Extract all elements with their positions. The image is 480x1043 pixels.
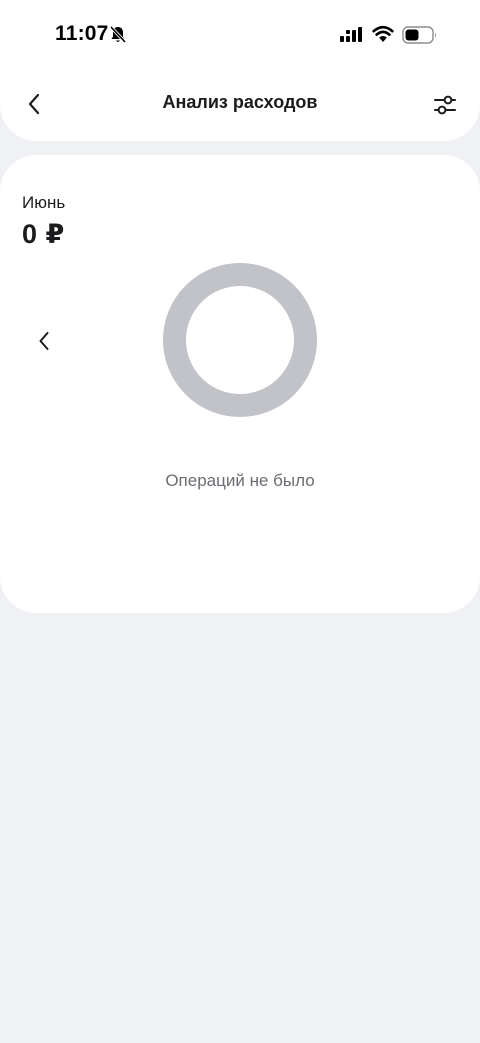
donut-empty-ring [163,263,317,417]
bell-slash-icon [109,25,127,44]
chevron-left-icon [39,332,49,350]
status-bar: 11:07 [0,0,480,70]
total-amount: 0 ₽ [22,219,65,249]
sliders-icon [434,95,456,115]
month-label: Июнь [22,193,66,212]
expense-donut-chart [163,263,317,417]
expense-summary-card: Июнь 0 ₽ Операций не было [0,155,480,613]
header-panel: 11:07 Анализ расходов [0,0,480,141]
wifi-icon [372,25,394,42]
empty-state-message: Операций не было [165,471,315,490]
filter-button[interactable] [428,88,462,122]
previous-month-button[interactable] [28,325,60,357]
status-time: 11:07 [55,22,109,45]
page-title: Анализ расходов [162,92,318,112]
cellular-signal-icon [340,27,362,42]
battery-icon [402,26,436,44]
